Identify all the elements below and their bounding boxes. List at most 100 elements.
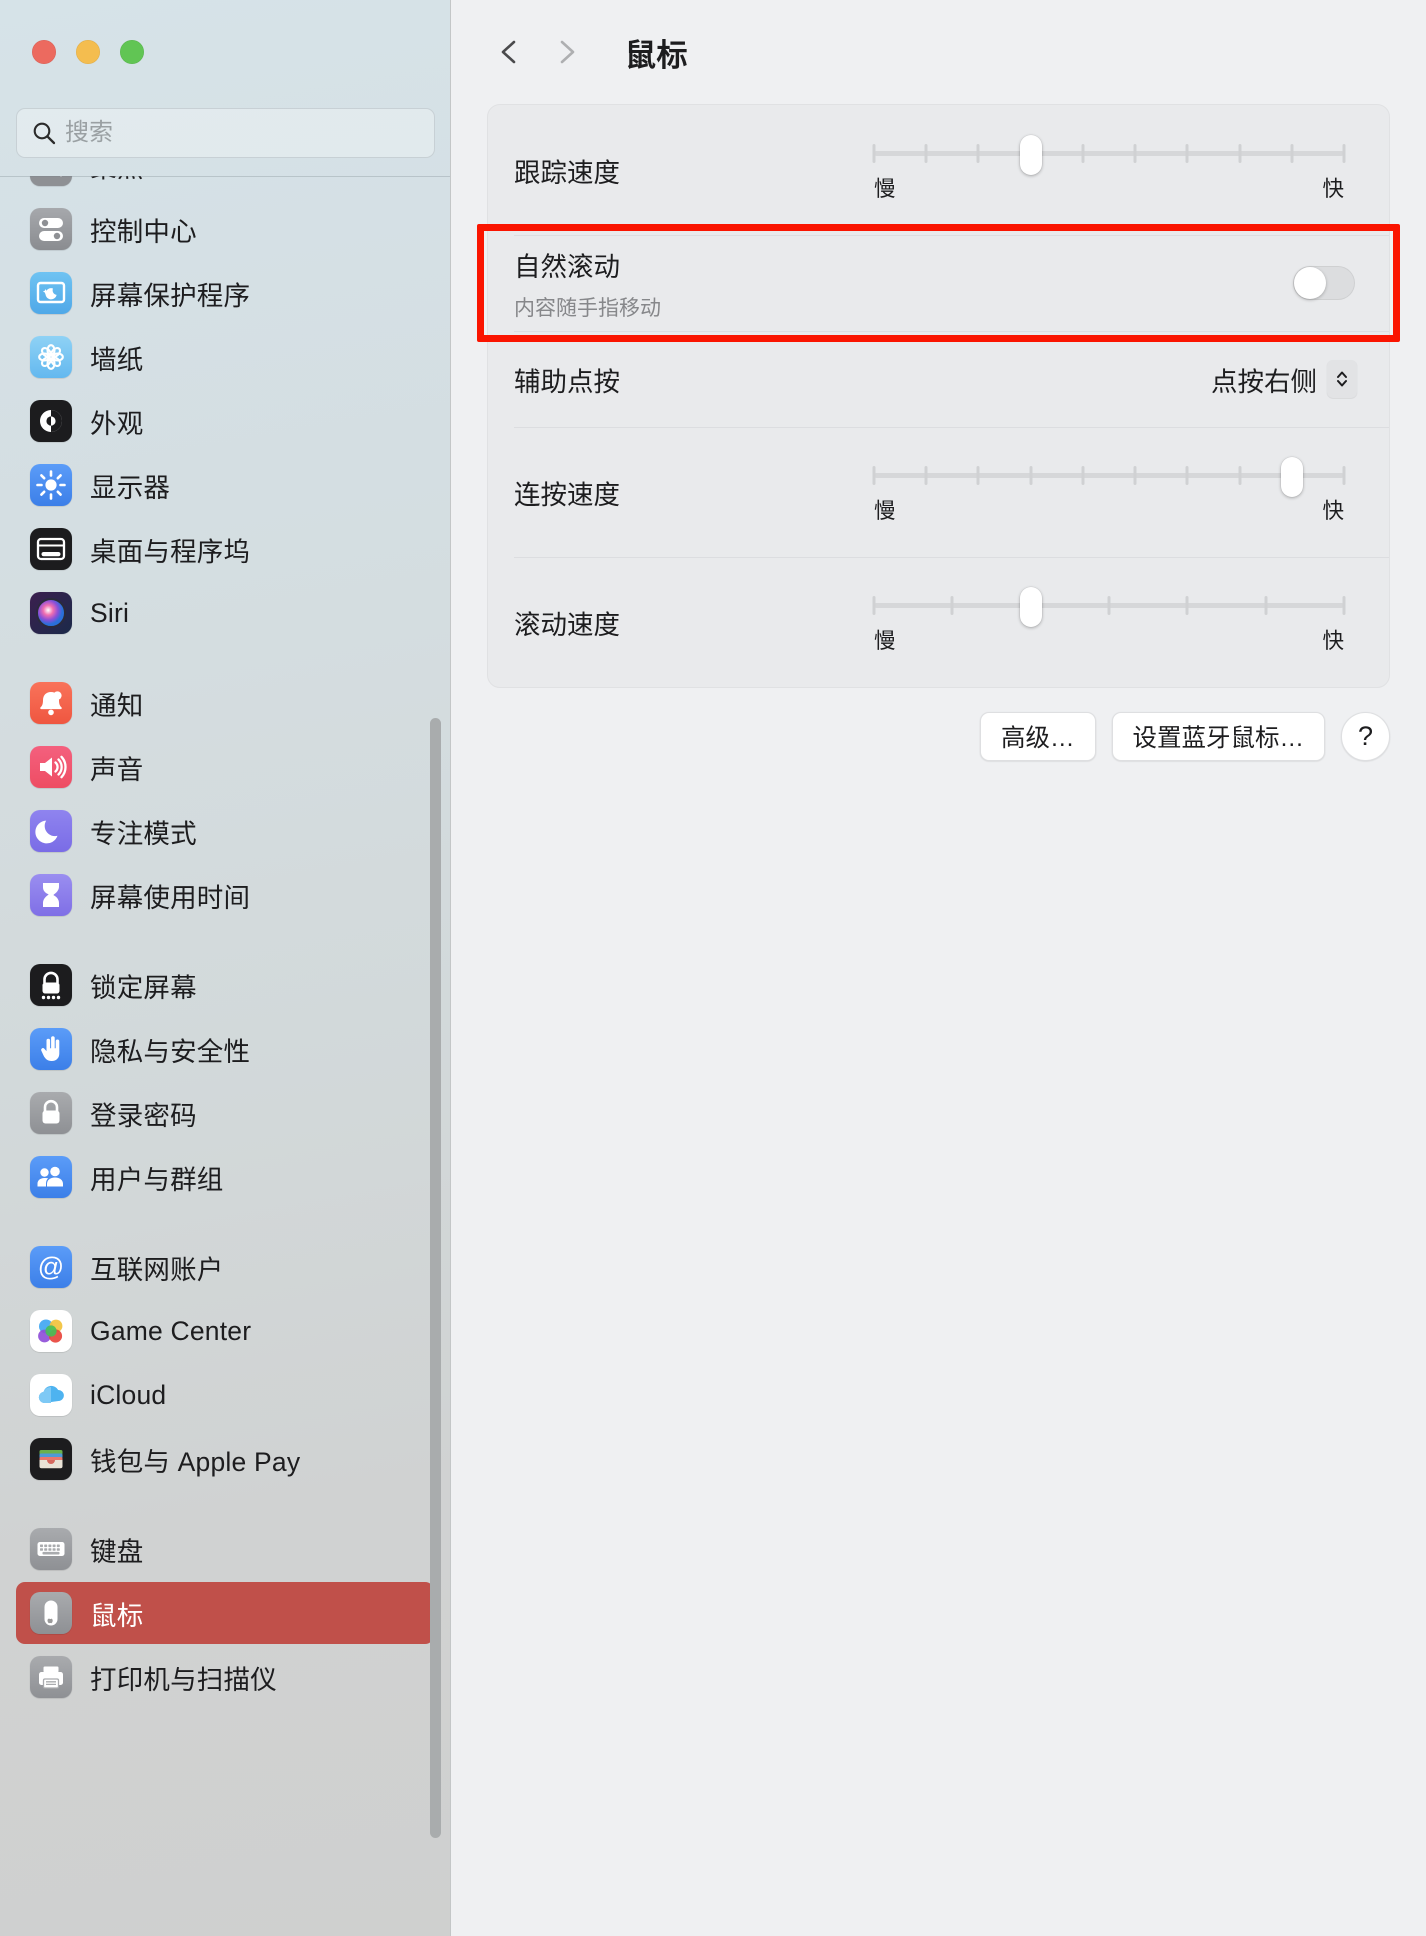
slider-knob[interactable] bbox=[1019, 586, 1042, 627]
sidebar-item-15[interactable]: 用户与群组 bbox=[16, 1146, 434, 1208]
sidebar-item-label: 用户与群组 bbox=[90, 1164, 224, 1195]
slider[interactable] bbox=[872, 586, 1346, 627]
advanced-button[interactable]: 高级… bbox=[980, 712, 1096, 761]
sidebar-item-5[interactable]: 显示器 bbox=[16, 454, 434, 516]
privacy-security-icon bbox=[30, 1028, 72, 1070]
sidebar-group-separator bbox=[16, 646, 434, 672]
slider-min-label: 慢 bbox=[874, 628, 896, 653]
sidebar-item-1[interactable]: 控制中心 bbox=[16, 198, 434, 260]
sidebar-group-separator bbox=[16, 1492, 434, 1518]
page-title: 鼠标 bbox=[625, 37, 688, 73]
action-buttons: 高级… 设置蓝牙鼠标…? bbox=[487, 712, 1390, 761]
slider-tick bbox=[1238, 465, 1242, 485]
back-button[interactable] bbox=[487, 29, 533, 75]
slider-tick bbox=[872, 595, 876, 615]
sidebar-item-4[interactable]: 外观 bbox=[16, 390, 434, 452]
search-container bbox=[16, 108, 435, 158]
sidebar-item-0[interactable]: 聚焦 bbox=[16, 176, 434, 196]
sidebar-item-13[interactable]: 隐私与安全性 bbox=[16, 1018, 434, 1080]
screen-saver-icon bbox=[30, 272, 72, 314]
sidebar-item-7[interactable]: Siri bbox=[16, 582, 434, 644]
chevron-left-icon bbox=[501, 40, 516, 64]
control-center-icon bbox=[30, 208, 72, 250]
secondary-click-popup-button[interactable]: 点按右侧 bbox=[1211, 360, 1357, 399]
sidebar-item-2[interactable]: 屏幕保护程序 bbox=[16, 262, 434, 324]
spotlight-icon bbox=[30, 176, 72, 186]
sidebar-scrollbar[interactable] bbox=[430, 718, 441, 1838]
desktop-dock-icon bbox=[30, 528, 72, 570]
slider-container: 慢快 bbox=[872, 111, 1346, 229]
chevron-up-down-icon bbox=[1327, 360, 1357, 398]
setting-label: 连按速度 bbox=[514, 479, 620, 510]
sidebar-group-separator bbox=[16, 928, 434, 954]
sidebar-item-10[interactable]: 专注模式 bbox=[16, 800, 434, 862]
setting-label: 跟踪速度 bbox=[514, 157, 620, 188]
search-input[interactable] bbox=[65, 119, 420, 147]
slider-tick bbox=[1342, 465, 1346, 485]
printers-scanners-icon bbox=[30, 1656, 72, 1698]
close-button[interactable] bbox=[32, 40, 56, 64]
sidebar-item-8[interactable]: 通知 bbox=[16, 672, 434, 734]
sidebar-item-label: 通知 bbox=[90, 690, 144, 721]
setting-label: 滚动速度 bbox=[514, 609, 620, 640]
slider-tick bbox=[1238, 143, 1242, 163]
slider-knob[interactable] bbox=[1280, 456, 1303, 497]
search-icon bbox=[31, 120, 57, 146]
natural-scrolling-toggle[interactable] bbox=[1293, 266, 1355, 300]
sidebar-item-14[interactable]: 登录密码 bbox=[16, 1082, 434, 1144]
help-button[interactable]: ? bbox=[1341, 712, 1390, 761]
sidebar-item-label: 屏幕使用时间 bbox=[90, 882, 251, 913]
sidebar-item-12[interactable]: 锁定屏幕 bbox=[16, 954, 434, 1016]
sidebar-item-22[interactable]: 打印机与扫描仪 bbox=[16, 1646, 434, 1708]
sidebar-item-18[interactable]: iCloud bbox=[16, 1364, 434, 1426]
sidebar-item-label: 打印机与扫描仪 bbox=[90, 1664, 277, 1695]
sidebar-item-11[interactable]: 屏幕使用时间 bbox=[16, 864, 434, 926]
sidebar-item-label: Game Center bbox=[90, 1315, 252, 1346]
slider-tick bbox=[950, 595, 954, 615]
svg-text:@: @ bbox=[38, 1252, 64, 1282]
setup-bluetooth-mouse-button[interactable]: 设置蓝牙鼠标… bbox=[1111, 712, 1325, 761]
slider-tick bbox=[1264, 595, 1268, 615]
setting-row-toggle: 自然滚动 内容随手指移动 bbox=[488, 235, 1389, 331]
sidebar-scroll-area[interactable]: 聚焦控制中心屏幕保护程序墙纸外观显示器桌面与程序坞 Siri 通知声音专注模式屏幕使… bbox=[0, 176, 450, 1936]
sidebar-item-9[interactable]: 声音 bbox=[16, 736, 434, 798]
sidebar-item-16[interactable]: @ 互联网账户 bbox=[16, 1236, 434, 1298]
notifications-icon bbox=[30, 682, 72, 724]
window-controls bbox=[32, 40, 144, 64]
popup-value: 点按右侧 bbox=[1211, 366, 1317, 397]
sidebar-item-19[interactable]: 钱包与 Apple Pay bbox=[16, 1428, 434, 1490]
zoom-button[interactable] bbox=[120, 40, 144, 64]
sidebar-item-label: 专注模式 bbox=[90, 818, 197, 849]
forward-button[interactable] bbox=[543, 29, 589, 75]
slider-tick bbox=[976, 465, 980, 485]
sidebar-item-17[interactable]: Game Center bbox=[16, 1300, 434, 1362]
slider-tick bbox=[1185, 595, 1189, 615]
sidebar-item-label: 登录密码 bbox=[90, 1100, 197, 1131]
sidebar-item-20[interactable]: 键盘 bbox=[16, 1518, 434, 1580]
slider-tick bbox=[1107, 595, 1111, 615]
slider-container: 慢快 bbox=[872, 563, 1346, 681]
slider-container: 慢快 bbox=[872, 433, 1346, 551]
setting-label: 辅助点按 bbox=[514, 366, 620, 397]
sidebar-item-label: iCloud bbox=[90, 1379, 167, 1410]
slider[interactable] bbox=[872, 134, 1346, 175]
sidebar-item-6[interactable]: 桌面与程序坞 bbox=[16, 518, 434, 580]
setting-row-slider: 连按速度 慢快 bbox=[488, 427, 1389, 557]
slider-knob[interactable] bbox=[1019, 134, 1042, 175]
sidebar-item-label: 锁定屏幕 bbox=[90, 972, 197, 1003]
slider[interactable] bbox=[872, 456, 1346, 497]
sidebar-item-21[interactable]: 鼠标 bbox=[16, 1582, 434, 1644]
sidebar-divider bbox=[0, 176, 450, 177]
sidebar-item-label: 聚焦 bbox=[90, 176, 143, 185]
sidebar-item-label: 声音 bbox=[90, 754, 144, 785]
minimize-button[interactable] bbox=[76, 40, 100, 64]
login-password-icon bbox=[30, 1092, 72, 1134]
slider-tick bbox=[1029, 465, 1033, 485]
internet-accounts-icon: @ bbox=[30, 1246, 72, 1288]
sidebar-item-label: 隐私与安全性 bbox=[90, 1036, 251, 1067]
system-settings-window: 聚焦控制中心屏幕保护程序墙纸外观显示器桌面与程序坞 Siri 通知声音专注模式屏幕使… bbox=[0, 0, 1426, 1936]
slider-tick bbox=[924, 143, 928, 163]
sidebar-item-3[interactable]: 墙纸 bbox=[16, 326, 434, 388]
sidebar-item-label: 墙纸 bbox=[90, 344, 144, 375]
search-box[interactable] bbox=[16, 108, 435, 158]
